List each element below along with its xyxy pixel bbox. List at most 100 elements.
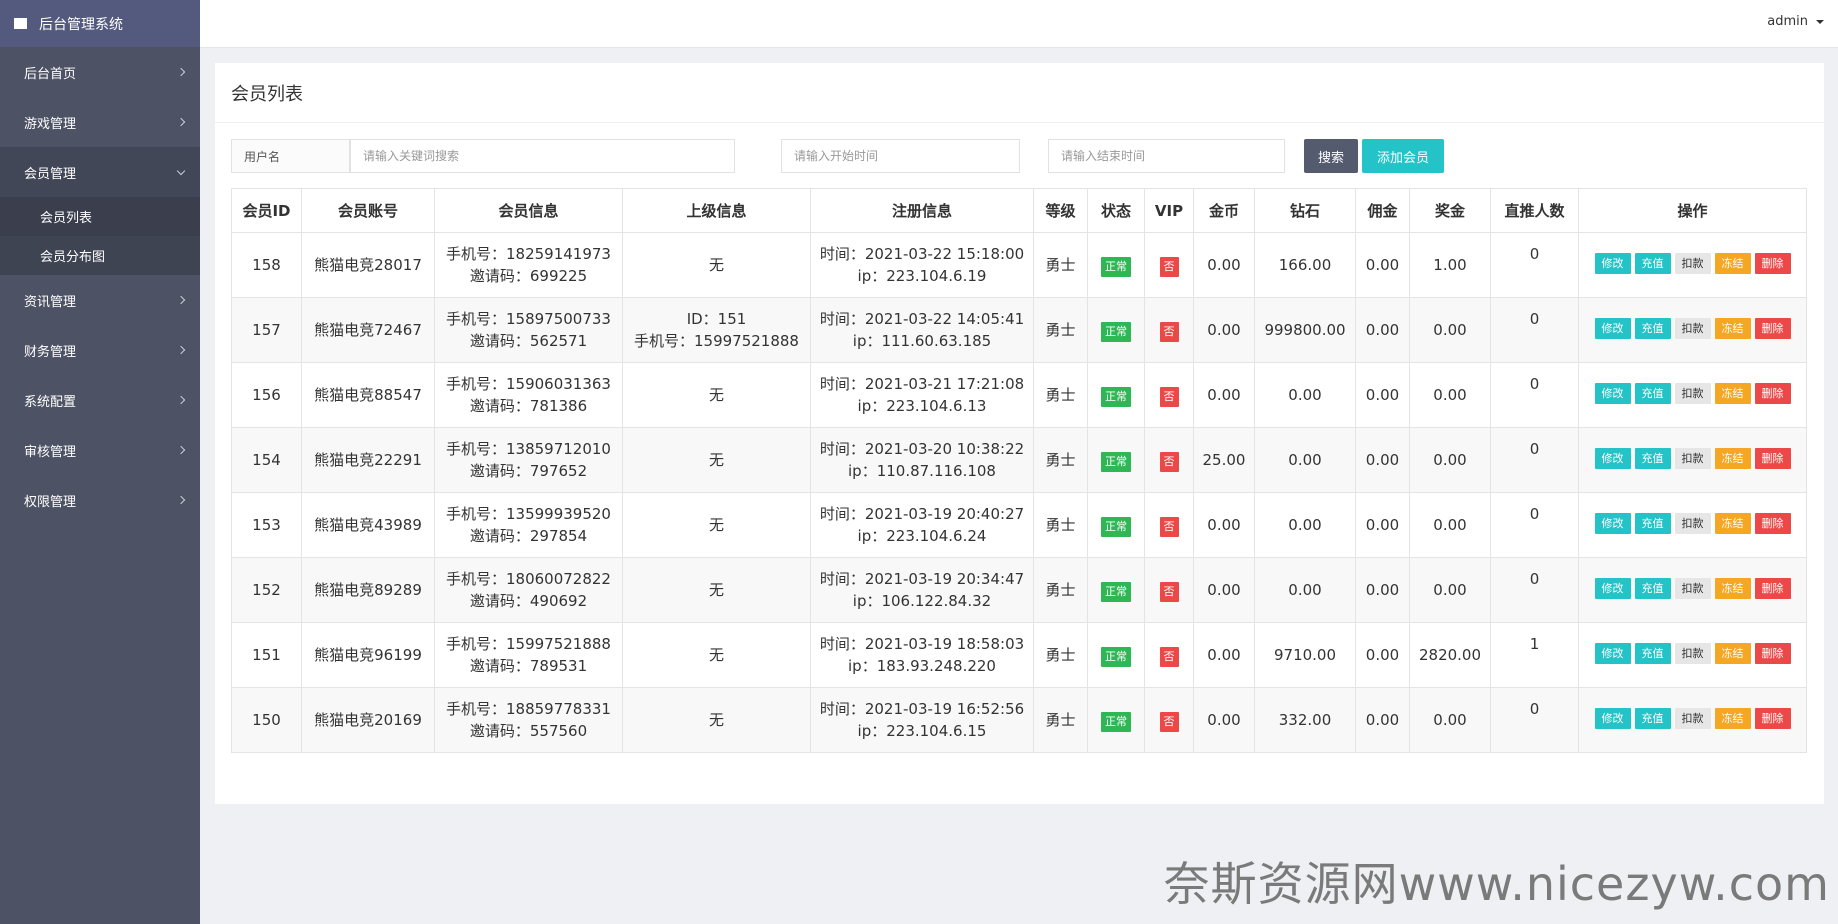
member-id: 157 [231,297,302,363]
edit-button[interactable]: 修改 [1594,577,1631,599]
sidebar-item-members[interactable]: 会员管理 [0,147,200,197]
freeze-button[interactable]: 冻结 [1714,252,1751,274]
status-cell: 正常 [1087,492,1145,558]
recharge-button[interactable]: 充值 [1634,317,1671,339]
recharge-button[interactable]: 充值 [1634,382,1671,404]
delete-button[interactable]: 删除 [1754,577,1791,599]
actions-cell: 修改 充值 扣款 冻结 删除 [1578,362,1807,428]
status-cell: 正常 [1087,362,1145,428]
bonus-value: 2820.00 [1409,622,1491,688]
deduct-button[interactable]: 扣款 [1674,512,1711,534]
sidebar-subitem-member-distribution[interactable]: 会员分布图 [0,236,200,275]
edit-button[interactable]: 修改 [1594,447,1631,469]
deduct-button[interactable]: 扣款 [1674,317,1711,339]
edit-button[interactable]: 修改 [1594,512,1631,534]
status-cell: 正常 [1087,687,1145,753]
freeze-button[interactable]: 冻结 [1714,382,1751,404]
deduct-button[interactable]: 扣款 [1674,447,1711,469]
status-badge: 正常 [1101,516,1131,537]
chevron-right-icon [176,495,186,505]
recharge-button[interactable]: 充值 [1634,577,1671,599]
deduct-button[interactable]: 扣款 [1674,707,1711,729]
search-button[interactable]: 搜索 [1304,139,1358,173]
edit-button[interactable]: 修改 [1594,252,1631,274]
actions-cell: 修改 充值 扣款 冻结 删除 [1578,492,1807,558]
commission-value: 0.00 [1355,427,1410,493]
delete-button[interactable]: 删除 [1754,252,1791,274]
freeze-button[interactable]: 冻结 [1714,642,1751,664]
bonus-value: 0.00 [1409,427,1491,493]
register-ip: ip：223.104.6.13 [857,397,987,415]
parent-line-1: 无 [708,256,724,274]
end-time-input[interactable] [1048,139,1285,173]
deduct-button[interactable]: 扣款 [1674,642,1711,664]
direct-referral-count: 0 [1490,427,1579,493]
col-header: 等级 [1033,188,1088,233]
actions-cell: 修改 充值 扣款 冻结 删除 [1578,297,1807,363]
sidebar-item-system[interactable]: 系统配置 [0,375,200,425]
member-phone: 手机号：18060072822 [446,570,611,588]
freeze-button[interactable]: 冻结 [1714,447,1751,469]
recharge-button[interactable]: 充值 [1634,642,1671,664]
gold-value: 0.00 [1193,297,1255,363]
freeze-button[interactable]: 冻结 [1714,317,1751,339]
user-menu[interactable]: admin [1767,14,1824,29]
edit-button[interactable]: 修改 [1594,317,1631,339]
register-info: 时间：2021-03-19 18:58:03 ip：183.93.248.220 [810,622,1034,688]
delete-button[interactable]: 删除 [1754,317,1791,339]
sidebar-item-news[interactable]: 资讯管理 [0,275,200,325]
member-list-panel: 会员列表 用户名 搜索 添加会员 会员ID 会员账号 会员信息 上级信息 注册信… [215,63,1824,804]
freeze-button[interactable]: 冻结 [1714,512,1751,534]
member-info: 手机号：15906031363 邀请码：781386 [434,362,623,428]
deduct-button[interactable]: 扣款 [1674,252,1711,274]
delete-button[interactable]: 删除 [1754,447,1791,469]
deduct-button[interactable]: 扣款 [1674,577,1711,599]
col-header: 上级信息 [622,188,811,233]
recharge-button[interactable]: 充值 [1634,447,1671,469]
delete-button[interactable]: 删除 [1754,382,1791,404]
chevron-right-icon [176,67,186,77]
vip-badge: 否 [1159,581,1179,602]
start-time-input[interactable] [781,139,1020,173]
vip-badge: 否 [1159,451,1179,472]
vip-cell: 否 [1144,557,1194,623]
sidebar-item-games[interactable]: 游戏管理 [0,97,200,147]
keyword-input[interactable] [350,139,735,173]
add-member-button[interactable]: 添加会员 [1362,139,1444,173]
commission-value: 0.00 [1355,297,1410,363]
sidebar-item-finance[interactable]: 财务管理 [0,325,200,375]
sidebar-item-audit[interactable]: 审核管理 [0,425,200,475]
edit-button[interactable]: 修改 [1594,642,1631,664]
vip-cell: 否 [1144,297,1194,363]
gold-value: 25.00 [1193,427,1255,493]
member-info: 手机号：18060072822 邀请码：490692 [434,557,623,623]
delete-button[interactable]: 删除 [1754,512,1791,534]
table-row: 153 熊猫电竞43989 手机号：13599939520 邀请码：297854 无 时间… [231,492,1807,558]
recharge-button[interactable]: 充值 [1634,707,1671,729]
table-row: 152 熊猫电竞89289 手机号：18060072822 邀请码：490692 无 时间… [231,557,1807,623]
vip-badge: 否 [1159,321,1179,342]
edit-button[interactable]: 修改 [1594,382,1631,404]
deduct-button[interactable]: 扣款 [1674,382,1711,404]
recharge-button[interactable]: 充值 [1634,512,1671,534]
parent-line-1: 无 [708,711,724,729]
col-header: 操作 [1578,188,1807,233]
commission-value: 0.00 [1355,362,1410,428]
sidebar-item-permissions[interactable]: 权限管理 [0,475,200,525]
edit-button[interactable]: 修改 [1594,707,1631,729]
sidebar-subitem-member-list[interactable]: 会员列表 [0,197,200,236]
register-ip: ip：183.93.248.220 [848,657,996,675]
member-table: 会员ID 会员账号 会员信息 上级信息 注册信息 等级 状态 VIP 金币 钻石… [231,188,1807,753]
diamond-value: 999800.00 [1254,297,1356,363]
search-field-label[interactable]: 用户名 [231,139,350,173]
status-badge: 正常 [1101,386,1131,407]
freeze-button[interactable]: 冻结 [1714,707,1751,729]
delete-button[interactable]: 删除 [1754,707,1791,729]
member-account: 熊猫电竞22291 [301,427,435,493]
parent-line-2: 手机号：15997521888 [634,332,799,350]
delete-button[interactable]: 删除 [1754,642,1791,664]
freeze-button[interactable]: 冻结 [1714,577,1751,599]
recharge-button[interactable]: 充值 [1634,252,1671,274]
sidebar-item-home[interactable]: 后台首页 [0,47,200,97]
status-badge: 正常 [1101,451,1131,472]
